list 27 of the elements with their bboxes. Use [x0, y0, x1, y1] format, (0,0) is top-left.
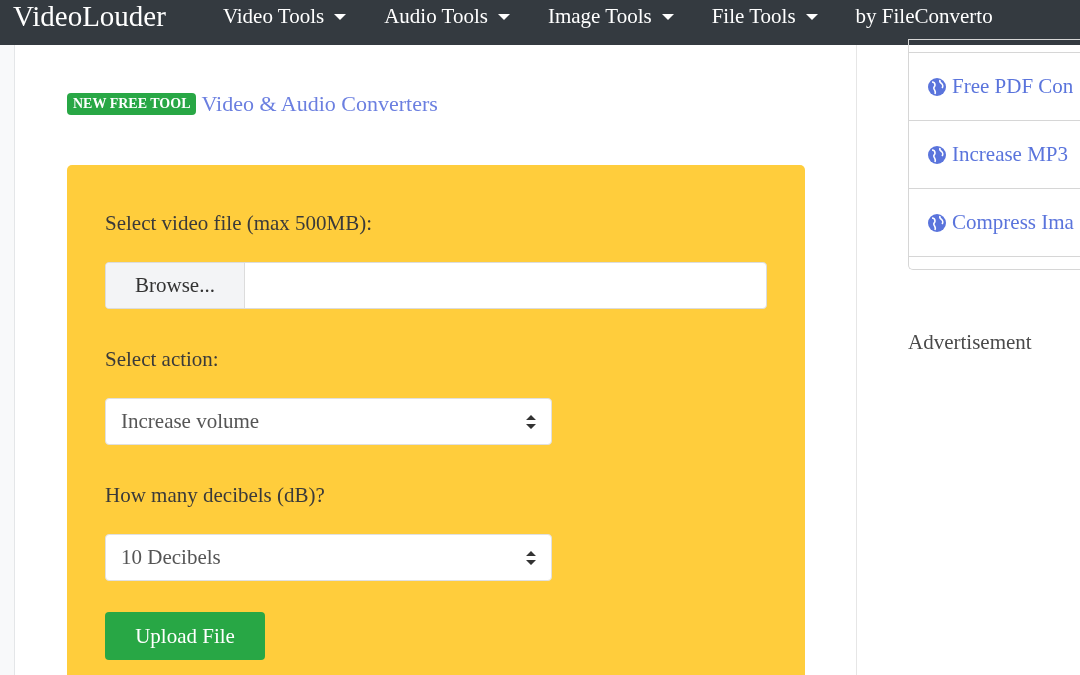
file-input[interactable]: Browse... [105, 262, 767, 309]
nav-menu[interactable]: File Tools [711, 4, 818, 29]
caret-icon [805, 13, 818, 20]
select-dropdown[interactable]: 10 Decibels [105, 534, 552, 581]
nav-menu[interactable]: by FileConverto [855, 4, 993, 29]
nav-menu[interactable]: Audio Tools [384, 4, 510, 29]
sidebar-link[interactable]: Free PDF Con [952, 74, 1074, 99]
brand-logo[interactable]: VideoLouder [13, 0, 166, 33]
caret-icon [334, 13, 347, 20]
sort-arrows-icon [526, 414, 536, 429]
sort-arrows-icon [526, 550, 536, 565]
sidebar-link[interactable]: Compress Ima [952, 210, 1074, 235]
caret-icon [497, 13, 510, 20]
globe-icon [928, 77, 946, 96]
field-label: How many decibels (dB)? [105, 483, 326, 508]
advertisement-label: Advertisement [908, 330, 1033, 355]
converters-link[interactable]: Video & Audio Converters [201, 91, 438, 117]
field-label: Select video file (max 500MB): [105, 211, 374, 236]
nav-menu[interactable]: Image Tools [547, 4, 674, 29]
nav-menu[interactable]: Video Tools [222, 4, 347, 29]
globe-icon [928, 213, 946, 232]
sidebar-link[interactable]: Increase MP3 [952, 142, 1069, 167]
globe-icon [928, 145, 946, 164]
field-label: Select action: [105, 347, 220, 372]
new-badge: NEW FREE TOOL [67, 93, 197, 115]
select-dropdown[interactable]: Increase volume [105, 398, 552, 445]
caret-icon [661, 13, 674, 20]
